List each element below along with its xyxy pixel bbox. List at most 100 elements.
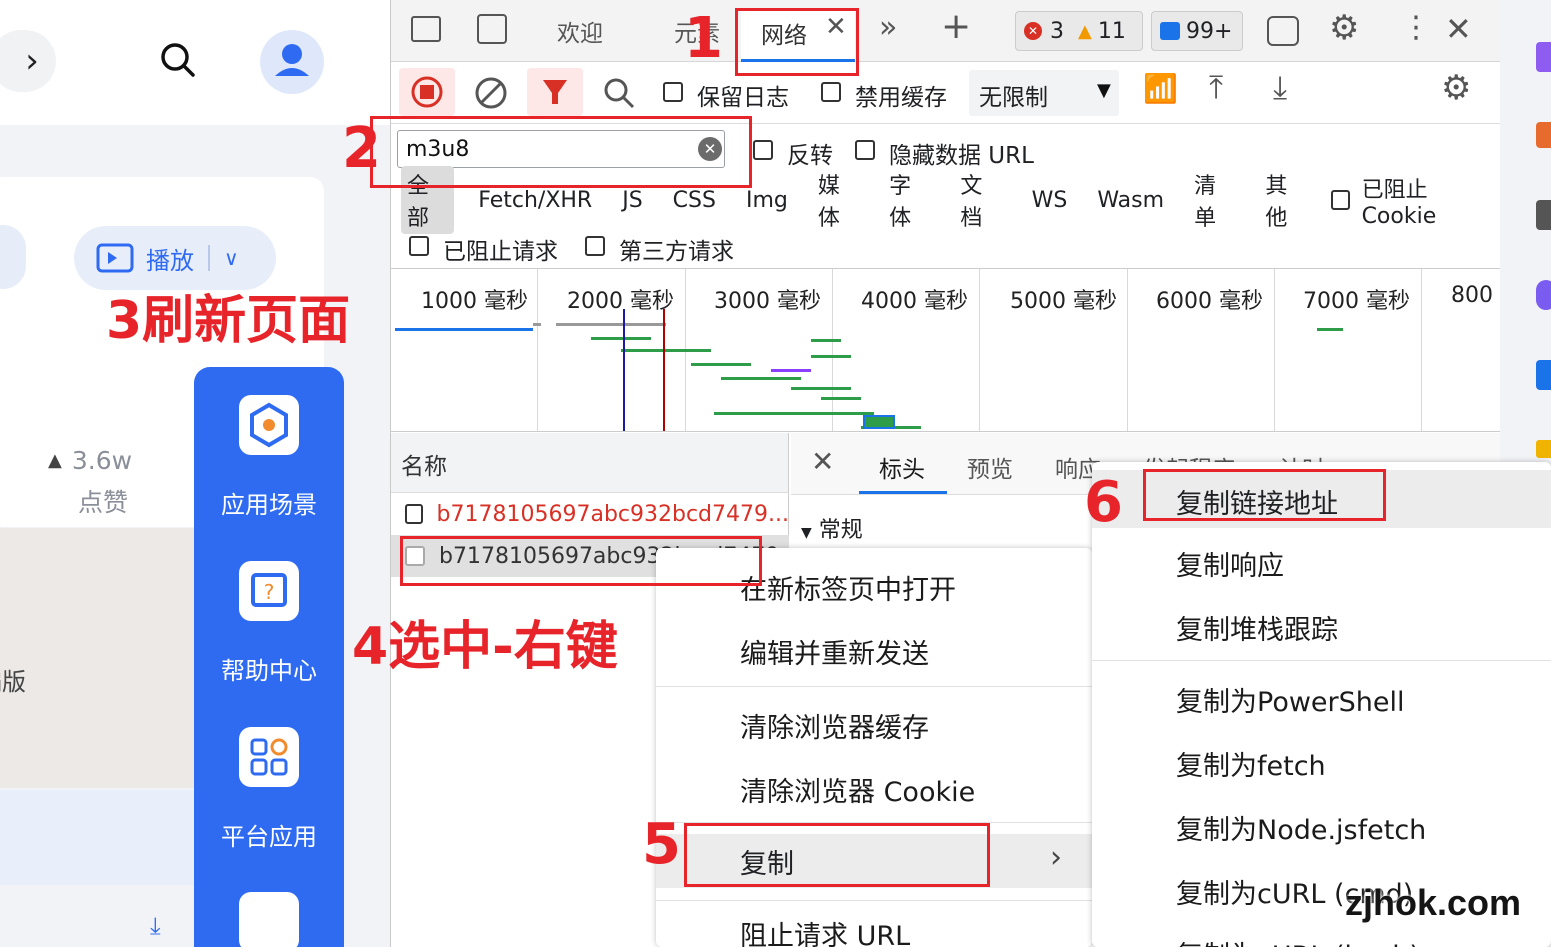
network-conditions-icon[interactable]: 📶 <box>1143 72 1178 105</box>
user-icon <box>275 44 309 76</box>
download-icon[interactable]: ⤓ <box>1273 68 1287 107</box>
annotation-box-copy <box>684 823 990 887</box>
outlook-icon[interactable] <box>1536 360 1551 390</box>
menu-item-scenarios[interactable]: 应用场景 <box>194 485 344 520</box>
upload-icon[interactable]: ⤒ <box>1209 68 1223 107</box>
hide-data-urls-checkbox[interactable] <box>855 140 875 160</box>
submenu-item-copy-curl-bash[interactable]: 复制为cURL (bash) <box>1092 934 1551 947</box>
submenu-item-copy-powershell[interactable]: 复制为PowerShell <box>1092 680 1551 719</box>
bookmark-icon[interactable] <box>1536 440 1551 458</box>
avatar[interactable] <box>260 30 324 94</box>
filter-font[interactable]: 字体 <box>883 166 936 234</box>
record-button[interactable] <box>399 68 455 116</box>
disable-cache-label: 禁用缓存 <box>855 85 947 111</box>
invert-checkbox[interactable] <box>753 140 773 160</box>
dropdown-arrow-icon: ▼ <box>1097 80 1111 101</box>
timeline-label: 800 <box>1451 283 1493 308</box>
invert-label: 反转 <box>787 143 833 169</box>
toolbox-icon[interactable] <box>1536 122 1551 148</box>
name-column-header[interactable]: 名称 <box>401 447 447 481</box>
blocked-cookies-checkbox[interactable] <box>1330 190 1350 210</box>
timeline-label: 4000 毫秒 <box>861 289 968 314</box>
filter-css[interactable]: CSS <box>667 186 722 215</box>
submenu-item-copy-stack[interactable]: 复制堆栈跟踪 <box>1092 608 1551 647</box>
annotation-step6: 6 <box>1084 470 1123 535</box>
games-icon[interactable] <box>1536 200 1551 230</box>
floating-side-menu: 应用场景 ? 帮助中心 平台应用 <box>194 367 344 947</box>
hexagon-icon <box>239 395 299 455</box>
filter-ws[interactable]: WS <box>1026 186 1074 215</box>
blocked-requests-label: 已阻止请求 <box>443 239 558 265</box>
filter-other[interactable]: 其他 <box>1259 166 1312 234</box>
menu-item-clear-cache[interactable]: 清除浏览器缓存 <box>656 706 1092 745</box>
gear-icon[interactable]: ⚙ <box>1329 8 1359 48</box>
close-devtools-icon[interactable]: ✕ <box>1445 10 1472 48</box>
preserve-log-checkbox[interactable] <box>663 82 683 102</box>
annotation-step2: 2 <box>342 116 381 181</box>
inspect-icon[interactable] <box>411 16 441 42</box>
preserve-log-label: 保留日志 <box>697 85 789 111</box>
timeline-overview[interactable]: 1000 毫秒 2000 毫秒 3000 毫秒 4000 毫秒 5000 毫秒 … <box>391 268 1501 432</box>
search-button[interactable] <box>158 40 198 80</box>
disable-cache-checkbox[interactable] <box>821 82 841 102</box>
filter-js[interactable]: JS <box>616 186 648 215</box>
menu-item-help[interactable]: 帮助中心 <box>194 651 344 686</box>
likes-count: 3.6w <box>71 446 133 475</box>
message-counter[interactable]: 99+ <box>1151 11 1243 51</box>
menu-item-apps[interactable]: 平台应用 <box>194 817 344 852</box>
filter-toggle[interactable] <box>527 68 583 116</box>
more-tabs-icon[interactable]: » <box>879 10 897 45</box>
submenu-item-copy-response[interactable]: 复制响应 <box>1092 544 1551 583</box>
filter-doc[interactable]: 文档 <box>954 166 1007 234</box>
filter-manifest[interactable]: 清单 <box>1188 166 1241 234</box>
blocked-requests-checkbox[interactable] <box>409 236 429 256</box>
submenu-item-copy-node-fetch[interactable]: 复制为Node.jsfetch <box>1092 808 1551 847</box>
tab-preview[interactable]: 预览 <box>967 450 1013 484</box>
more-vert-icon[interactable]: ⋮ <box>1401 10 1431 45</box>
svg-text:?: ? <box>264 580 275 604</box>
network-settings-icon[interactable]: ⚙ <box>1441 68 1471 108</box>
issue-counter[interactable]: ✕ 3 ▲ 11 <box>1015 11 1143 51</box>
timeline-label: 6000 毫秒 <box>1156 289 1263 314</box>
triangle-down-icon: ▼ <box>801 525 812 541</box>
download-icon[interactable]: ⤓ <box>150 912 161 940</box>
content-image <box>0 528 195 788</box>
thumb-up-icon: ▲ <box>48 450 62 471</box>
filter-img[interactable]: Img <box>740 186 794 215</box>
clear-icon[interactable] <box>471 73 511 113</box>
menu-item-edit-resend[interactable]: 编辑并重新发送 <box>656 632 1092 671</box>
device-toggle-icon[interactable] <box>477 14 507 44</box>
filter-media[interactable]: 媒体 <box>812 166 865 234</box>
filter-icon <box>543 80 567 104</box>
general-section-label: 常规 <box>818 518 863 543</box>
close-detail-icon[interactable]: ✕ <box>811 445 834 478</box>
annotation-step1: 1 <box>684 6 723 71</box>
search-icon <box>161 43 195 77</box>
copilot-icon[interactable] <box>1536 280 1551 310</box>
menu-item-clear-cookies[interactable]: 清除浏览器 Cookie <box>656 770 1092 809</box>
add-tab-icon[interactable]: + <box>941 6 971 47</box>
network-toolbar: 保留日志 禁用缓存 无限制 ▼ 📶 ⤒ ⤓ ⚙ <box>391 62 1501 124</box>
general-section[interactable]: ▼ 常规 <box>801 512 863 544</box>
copy-submenu: 复制链接地址 复制响应 复制堆栈跟踪 复制为PowerShell 复制为fetc… <box>1092 462 1551 947</box>
likes-stat: ▲ 3.6w 点赞 <box>48 440 132 524</box>
filter-fetch-xhr[interactable]: Fetch/XHR <box>472 186 598 215</box>
search-icon[interactable] <box>599 73 639 113</box>
tab-headers[interactable]: 标头 <box>879 450 925 484</box>
filter-wasm[interactable]: Wasm <box>1091 186 1170 215</box>
tab-welcome[interactable]: 欢迎 <box>557 14 603 48</box>
timeline-label: 5000 毫秒 <box>1010 289 1117 314</box>
submenu-item-copy-fetch[interactable]: 复制为fetch <box>1092 744 1551 783</box>
request-name: b7178105697abc932bcd7479... <box>436 501 789 527</box>
menu-item-block-url[interactable]: 阻止请求 URL <box>656 914 1092 947</box>
throttle-value: 无限制 <box>979 85 1048 111</box>
annotation-step4: 4选中-右键 <box>352 617 618 677</box>
timeline-label: 7000 毫秒 <box>1303 289 1410 314</box>
throttle-select[interactable]: 无限制 ▼ <box>969 70 1119 116</box>
third-party-checkbox[interactable] <box>585 236 605 256</box>
annotation-step5: 5 <box>642 812 681 877</box>
table-row[interactable]: b7178105697abc932bcd7479... <box>391 493 789 535</box>
likes-label: 点赞 <box>78 488 129 517</box>
extension-icon[interactable] <box>1536 42 1551 72</box>
customize-icon[interactable] <box>1267 16 1299 46</box>
